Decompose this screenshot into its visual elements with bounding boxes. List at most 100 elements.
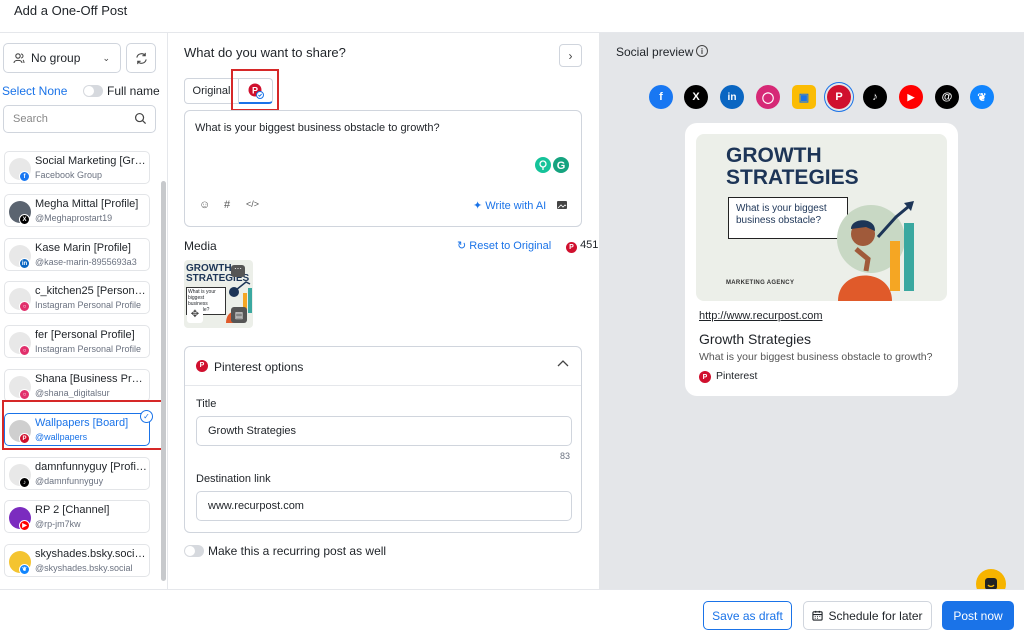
search-input[interactable] — [4, 106, 124, 132]
hashtag-icon[interactable]: # — [224, 199, 230, 211]
lightbulb-icon[interactable] — [534, 156, 552, 174]
sidebar-scrollbar[interactable] — [161, 181, 166, 581]
comment-icon[interactable]: ▤ — [231, 307, 247, 323]
title-char-count: 83 — [559, 451, 570, 461]
full-name-toggle[interactable] — [83, 85, 103, 97]
group-select[interactable]: No group ⌄ — [3, 43, 121, 73]
account-sub: @skyshades.bsky.social — [35, 563, 133, 573]
account-sub: @rp-jm7kw — [35, 519, 81, 529]
emoji-icon[interactable]: ☺ — [199, 199, 210, 211]
facebook-icon: f — [19, 171, 30, 182]
pinterest-char-count: P 451 — [566, 239, 598, 253]
account-sidebar: No group ⌄ Select None Full name f Socia… — [0, 33, 168, 589]
threads-icon[interactable]: @ — [935, 85, 959, 109]
account-name: Shana [Business Profile] — [35, 373, 147, 385]
pinterest-options-label: Pinterest options — [214, 360, 304, 374]
media-label: Media — [184, 239, 217, 253]
pinterest-icon[interactable]: P — [827, 85, 851, 109]
select-none-link[interactable]: Select None — [2, 84, 67, 98]
save-draft-button[interactable]: Save as draft — [703, 601, 792, 630]
account-name: c_kitchen25 [Personal ... — [35, 285, 147, 297]
account-name: Social Marketing [Gro... — [35, 155, 147, 167]
media-thumbnail[interactable]: GROWTH STRATEGIES What is your biggest b… — [184, 260, 253, 328]
account-item[interactable]: ♪ damnfunnyguy [Profile] @damnfunnyguy — [4, 457, 150, 490]
svg-text:G: G — [557, 160, 566, 172]
preview-image: GROWTH STRATEGIES What is your biggest b… — [696, 134, 947, 301]
pinterest-icon: P — [566, 242, 577, 253]
account-sub: @damnfunnyguy — [35, 476, 104, 486]
more-options-icon[interactable]: ⋯ — [231, 265, 245, 277]
account-sub: Facebook Group — [35, 170, 103, 180]
chevron-down-icon: ⌄ — [102, 53, 110, 63]
title-field[interactable]: Growth Strategies — [196, 416, 572, 446]
reset-to-original-link[interactable]: ↻ Reset to Original — [457, 239, 551, 252]
search-icon[interactable] — [134, 112, 147, 125]
post-editor[interactable]: What is your biggest business obstacle t… — [184, 110, 582, 227]
pinterest-options-header[interactable]: P Pinterest options — [185, 347, 581, 386]
account-sub: Instagram Personal Profile — [35, 344, 142, 354]
tiktok-icon[interactable]: ♪ — [863, 85, 887, 109]
pinterest-options-panel: P Pinterest options Title Growth Strateg… — [184, 346, 582, 533]
linkedin-icon[interactable]: in — [720, 85, 744, 109]
account-item[interactable]: ○ fer [Personal Profile] Instagram Perso… — [4, 325, 150, 358]
account-name: skyshades.bsky.social... — [35, 548, 147, 560]
write-ai-button[interactable]: ✦ Write with AI — [473, 199, 546, 212]
preview-card: GROWTH STRATEGIES What is your biggest b… — [685, 123, 958, 396]
users-icon — [13, 53, 25, 64]
move-icon[interactable]: ✥ — [187, 307, 203, 323]
post-now-button[interactable]: Post now — [942, 601, 1014, 630]
grammarly-icon[interactable]: G — [552, 156, 570, 174]
preview-url[interactable]: http://www.recurpost.com — [699, 310, 823, 322]
expand-button[interactable]: › — [559, 44, 582, 67]
chevron-right-icon: › — [568, 48, 573, 63]
destination-link-field[interactable]: www.recurpost.com — [196, 491, 572, 521]
reset-icon: ↻ — [457, 240, 470, 252]
recurring-label: Make this a recurring post as well — [208, 544, 387, 558]
linkedin-icon: in — [19, 258, 30, 269]
highlight-box — [231, 69, 279, 111]
account-item[interactable]: ▶ RP 2 [Channel] @rp-jm7kw — [4, 500, 150, 533]
code-icon[interactable]: </> — [246, 199, 259, 209]
pinterest-icon: P — [196, 360, 208, 372]
google-business-icon[interactable]: ▣ — [792, 85, 816, 109]
refresh-icon — [135, 52, 147, 64]
preview-title: Growth Strategies — [699, 331, 812, 347]
refresh-button[interactable] — [126, 43, 156, 73]
account-item[interactable]: ❦ skyshades.bsky.social... @skyshades.bs… — [4, 544, 150, 577]
youtube-icon: ▶ — [19, 520, 30, 531]
account-item[interactable]: f Social Marketing [Gro... Facebook Grou… — [4, 151, 150, 184]
page-title: Add a One-Off Post — [14, 3, 128, 18]
recurring-toggle[interactable] — [184, 545, 204, 557]
group-select-value: No group — [31, 51, 81, 65]
chevron-up-icon[interactable] — [556, 357, 570, 371]
account-item[interactable]: X Megha Mittal [Profile] @Meghaprostart1… — [4, 194, 150, 227]
bluesky-icon: ❦ — [19, 564, 30, 575]
youtube-icon[interactable]: ▶ — [899, 85, 923, 109]
instagram-icon: ○ — [19, 389, 30, 400]
post-text[interactable]: What is your biggest business obstacle t… — [195, 122, 440, 134]
instagram-icon: ○ — [19, 345, 30, 356]
calendar-icon — [812, 610, 824, 621]
facebook-icon[interactable]: f — [649, 85, 673, 109]
preview-source: Pinterest — [716, 370, 758, 382]
composer-title: What do you want to share? — [184, 45, 346, 60]
account-item[interactable]: ○ c_kitchen25 [Personal ... Instagram Pe… — [4, 281, 150, 314]
x-icon[interactable]: X — [684, 85, 708, 109]
full-name-label: Full name — [107, 84, 160, 98]
instagram-icon[interactable]: ◯ — [756, 85, 780, 109]
account-sub: Instagram Personal Profile — [35, 300, 142, 310]
account-sub: @Meghaprostart19 — [35, 213, 113, 223]
social-preview-title: Social preview — [616, 45, 694, 59]
thinking-person-illustration — [837, 201, 914, 301]
schedule-later-button[interactable]: Schedule for later — [803, 601, 932, 630]
bluesky-icon[interactable]: ❦ — [970, 85, 994, 109]
header: Add a One-Off Post — [0, 0, 1024, 33]
account-name: Megha Mittal [Profile] — [35, 198, 139, 210]
account-item[interactable]: ○ Shana [Business Profile] @shana_digita… — [4, 369, 150, 402]
preview-description: What is your biggest business obstacle t… — [699, 351, 933, 363]
account-item[interactable]: in Kase Marin [Profile] @kase-marin-8955… — [4, 238, 150, 271]
preview-image-headline: GROWTH STRATEGIES — [726, 144, 859, 189]
tiktok-icon: ♪ — [19, 477, 30, 488]
image-icon[interactable] — [556, 199, 569, 211]
info-icon[interactable]: i — [696, 45, 708, 57]
